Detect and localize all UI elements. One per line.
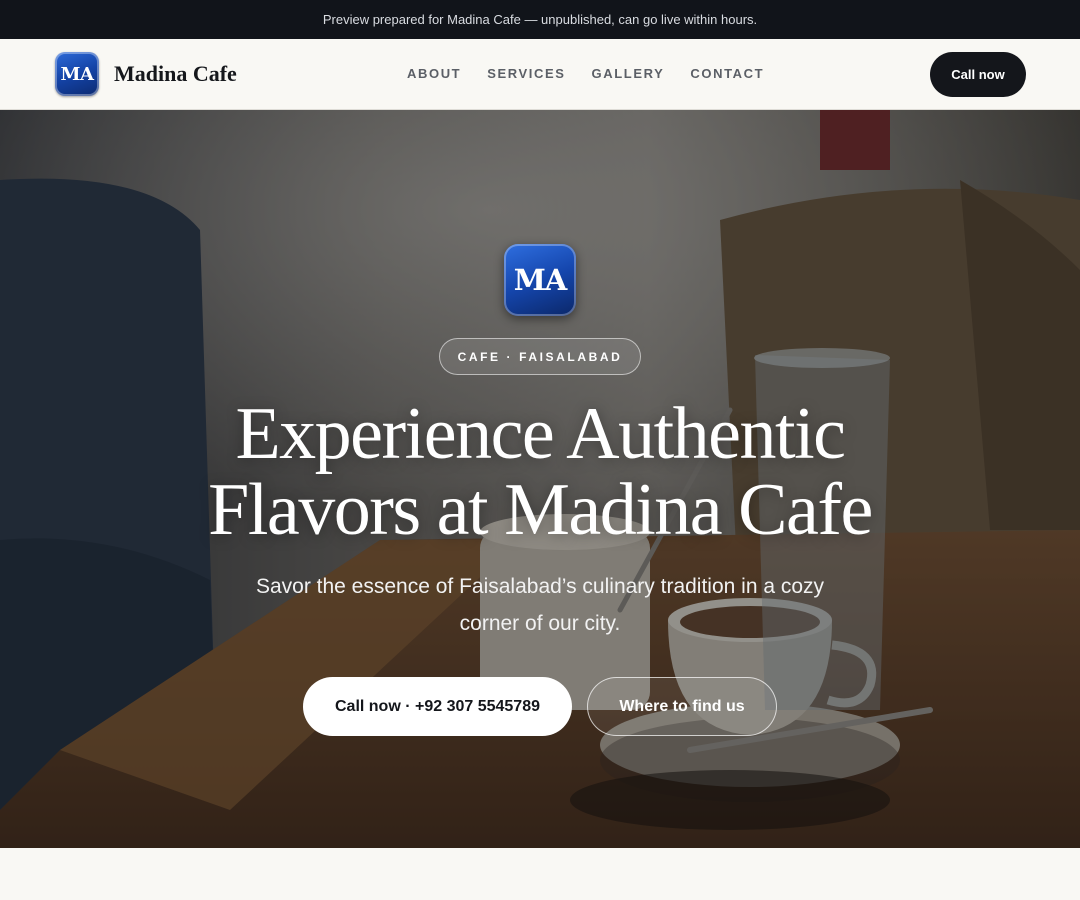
hero-content: MA CAFE · FAISALABAD Experience Authenti… <box>0 110 1080 848</box>
brand[interactable]: MA Madina Cafe <box>55 52 237 96</box>
brand-logo: MA <box>55 52 99 96</box>
site-header: MA Madina Cafe ABOUT SERVICES GALLERY CO… <box>0 39 1080 110</box>
nav-link-gallery[interactable]: GALLERY <box>592 66 665 81</box>
hero-title-line-1: Experience Authentic <box>235 393 846 475</box>
main-nav: ABOUT SERVICES GALLERY CONTACT <box>407 66 764 81</box>
hero-category-tag: CAFE · FAISALABAD <box>439 338 641 375</box>
header-call-now-button[interactable]: Call now <box>930 52 1026 97</box>
hero-call-now-button[interactable]: Call now · +92 307 5545789 <box>303 677 572 736</box>
hero-subtitle: Savor the essence of Faisalabad’s culina… <box>255 575 825 635</box>
hero-title-line-2: Flavors at Madina Cafe <box>208 469 873 551</box>
nav-link-services[interactable]: SERVICES <box>487 66 565 81</box>
hero-find-us-button[interactable]: Where to find us <box>587 677 777 736</box>
brand-logo-text: MA <box>60 63 94 85</box>
preview-banner-text: Preview prepared for Madina Cafe — unpub… <box>322 12 758 27</box>
hero-logo-text: MA <box>513 263 568 297</box>
hero-actions: Call now · +92 307 5545789 Where to find… <box>303 677 777 736</box>
next-section <box>0 848 1080 900</box>
brand-name: Madina Cafe <box>114 61 237 86</box>
nav-link-contact[interactable]: CONTACT <box>690 66 764 81</box>
hero-logo: MA <box>504 244 576 316</box>
hero-section: MA CAFE · FAISALABAD Experience Authenti… <box>0 110 1080 848</box>
nav-link-about[interactable]: ABOUT <box>407 66 461 81</box>
hero-title: Experience Authentic Flavors at Madina C… <box>140 396 940 548</box>
preview-banner: Preview prepared for Madina Cafe — unpub… <box>0 0 1080 39</box>
